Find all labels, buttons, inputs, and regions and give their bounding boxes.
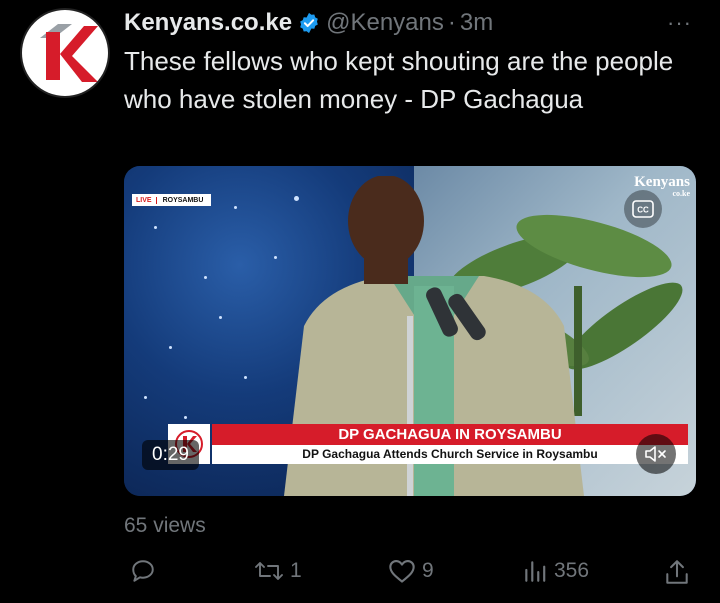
retweet-button[interactable]: 1 [254,558,302,584]
views-analytics-button[interactable]: 356 [522,558,589,584]
retweet-icon [255,562,283,580]
share-button[interactable] [664,558,690,586]
author-avatar[interactable] [22,10,108,96]
live-label: LIVE [132,196,157,204]
reply-button[interactable] [130,558,162,584]
author-handle[interactable]: @Kenyans [326,9,444,37]
news-subheadline: DP Gachagua Attends Church Service in Ro… [212,445,688,464]
location-label: ROYSAMBU [162,196,204,204]
tweet-action-bar: 1 9 356 [124,558,700,590]
share-icon [666,560,688,584]
muted-speaker-icon [645,446,666,462]
video-duration: 0:29 [142,440,199,470]
analytics-bar-icon [525,561,546,582]
like-button[interactable]: 9 [388,558,434,584]
live-location-tag: LIVE ROYSAMBU [132,194,212,206]
closed-captions-icon: CC [632,200,654,218]
author-display-name[interactable]: Kenyans.co.ke [124,9,292,37]
video-player[interactable]: LIVE ROYSAMBU Kenyans co.ke CC DP GACHAG… [124,166,696,496]
tweet-text: These fellows who kept shouting are the … [124,46,674,114]
news-headline: DP GACHAGUA IN ROYSAMBU [212,424,688,445]
more-options-icon[interactable]: ··· [667,10,692,36]
svg-text:CC: CC [637,206,649,215]
retweet-count: 1 [290,559,302,582]
news-lower-third: DP GACHAGUA IN ROYSAMBU DP Gachagua Atte… [168,424,688,464]
verified-badge-icon [298,12,320,34]
separator-dot: · [447,9,456,36]
tweet-timestamp[interactable]: 3m [460,9,493,37]
like-count: 9 [422,559,434,582]
view-count-label: 65 views [124,514,206,537]
heart-icon [389,560,415,583]
kenyans-logo-icon [25,13,105,93]
closed-captions-button[interactable]: CC [624,190,662,228]
reply-icon [132,560,154,582]
mute-toggle-button[interactable] [636,434,676,474]
tweet-header: Kenyans.co.ke @Kenyans · 3m ··· [124,8,700,38]
views-analytics-count: 356 [554,559,590,582]
